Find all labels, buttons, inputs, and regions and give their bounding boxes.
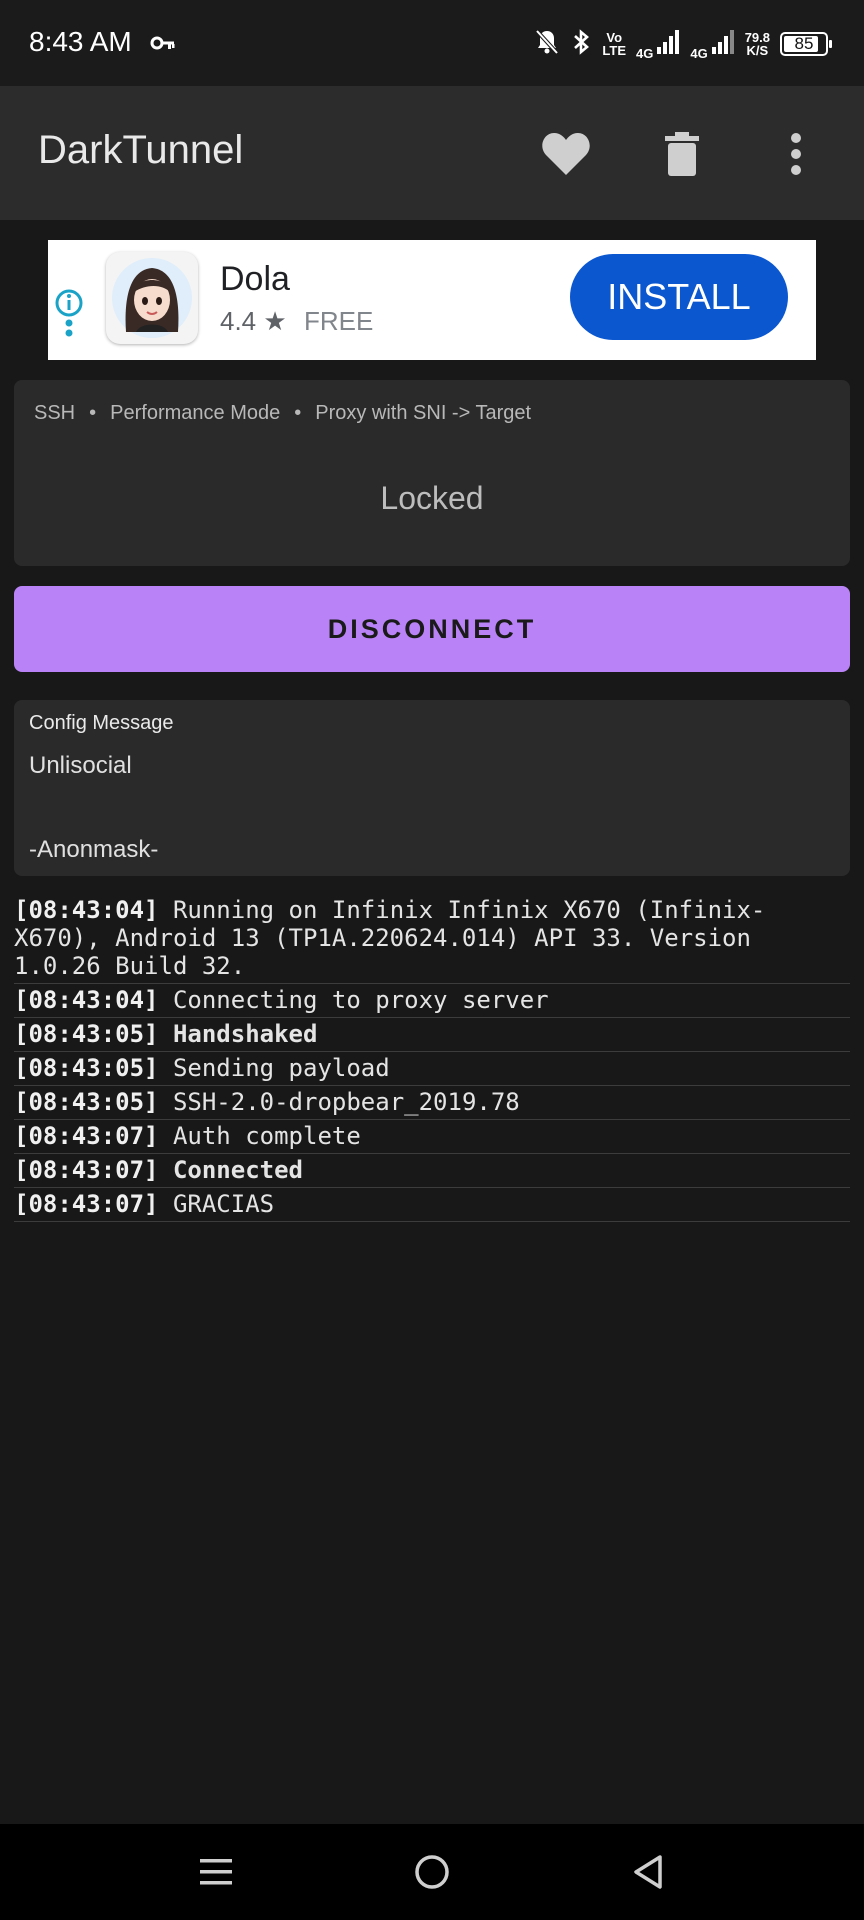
app-bar: DarkTunnel (0, 86, 864, 220)
log-row: [08:43:05] Sending payload (14, 1052, 850, 1086)
config-message-line: -Anonmask- (29, 836, 159, 863)
config-lock-status: Locked (380, 480, 484, 516)
heart-icon (542, 133, 590, 175)
ad-price: FREE (304, 306, 374, 336)
log-message: Connecting to proxy server (172, 986, 549, 1014)
log-message: GRACIAS (172, 1190, 275, 1218)
signal-icon (656, 29, 680, 60)
status-icons: Vo LTE 4G 4G 79.8 K/S 85 (534, 24, 832, 64)
more-options-button[interactable] (768, 126, 824, 182)
connection-log[interactable]: [08:43:04] Running on Infinix Infinix X6… (14, 894, 850, 1222)
battery-level: 85 (794, 34, 814, 53)
config-message-label: Config Message (29, 712, 174, 734)
disconnect-button[interactable]: DISCONNECT (14, 586, 850, 672)
log-message: Auth complete (172, 1122, 361, 1150)
log-timestamp: [08:43:07] (14, 1122, 159, 1150)
config-message-line: Unlisocial (29, 752, 132, 779)
log-timestamp: [08:43:04] (14, 986, 159, 1014)
log-message: Sending payload (172, 1054, 390, 1082)
home-button[interactable] (402, 1846, 462, 1898)
ad-info-icon[interactable] (54, 288, 84, 353)
volte-bottom: LTE (602, 43, 626, 58)
mode-breadcrumb: SSH • Performance Mode • Proxy with SNI … (34, 402, 531, 425)
log-row: [08:43:07] Connected (14, 1154, 850, 1188)
log-row: [08:43:04] Connecting to proxy server (14, 984, 850, 1018)
log-timestamp: [08:43:05] (14, 1020, 159, 1048)
menu-icon (200, 1859, 232, 1885)
status-bar: 8:43 AM Vo LTE 4G 4G 79.8 K/S 85 (0, 0, 864, 86)
log-timestamp: [08:43:07] (14, 1190, 159, 1218)
signal-1: 4G (636, 29, 680, 60)
speed-unit: K/S (746, 43, 769, 58)
key-icon (150, 30, 176, 61)
net-speed: 79.8 K/S (745, 31, 770, 57)
home-circle-icon (415, 1855, 449, 1889)
recents-button[interactable] (186, 1846, 246, 1898)
install-button[interactable]: INSTALL (570, 254, 788, 340)
log-timestamp: [08:43:05] (14, 1088, 159, 1116)
ad-app-name: Dola (220, 260, 290, 298)
log-timestamp: [08:43:04] (14, 896, 159, 924)
net1-label: 4G (636, 45, 654, 61)
log-message: Handshaked (172, 1020, 318, 1048)
log-timestamp: [08:43:07] (14, 1156, 159, 1184)
mode-proxy-type: Proxy with SNI -> Target (315, 402, 532, 424)
status-time: 8:43 AM (29, 26, 132, 57)
back-button[interactable] (618, 1846, 678, 1898)
bluetooth-icon (570, 28, 592, 61)
log-row: [08:43:05] SSH-2.0-dropbear_2019.78 (14, 1086, 850, 1120)
ad-rating: 4.4 ★ (220, 306, 287, 336)
log-row: [08:43:07] Auth complete (14, 1120, 850, 1154)
system-nav-bar (0, 1824, 864, 1920)
connection-mode-card[interactable]: SSH • Performance Mode • Proxy with SNI … (14, 380, 850, 566)
ad-app-icon[interactable] (106, 252, 198, 344)
bell-off-icon (534, 28, 560, 61)
clear-log-button[interactable] (654, 126, 710, 182)
favorite-button[interactable] (538, 126, 594, 182)
log-row: [08:43:05] Handshaked (14, 1018, 850, 1052)
signal-icon (711, 29, 735, 60)
log-timestamp: [08:43:05] (14, 1054, 159, 1082)
log-row: [08:43:07] GRACIAS (14, 1188, 850, 1222)
ad-banner[interactable]: Dola 4.4 ★ FREE INSTALL (48, 240, 816, 360)
crumb-separator: • (294, 402, 302, 424)
trash-icon (665, 132, 699, 176)
log-row: [08:43:04] Running on Infinix Infinix X6… (14, 894, 850, 984)
config-message-card: Config Message Unlisocial -Anonmask- (14, 700, 850, 876)
volte-label: Vo LTE (602, 31, 626, 57)
signal-2: 4G (690, 29, 734, 60)
mode-performance: Performance Mode (110, 402, 281, 424)
log-message: Connected (172, 1156, 303, 1184)
back-triangle-icon (634, 1855, 662, 1889)
more-vert-icon (791, 133, 801, 175)
battery-icon: 85 (780, 32, 832, 56)
net2-label: 4G (690, 45, 708, 61)
crumb-separator: • (89, 402, 97, 424)
app-title: DarkTunnel (38, 128, 244, 172)
mode-protocol: SSH (34, 402, 76, 424)
log-message: SSH-2.0-dropbear_2019.78 (172, 1088, 520, 1116)
